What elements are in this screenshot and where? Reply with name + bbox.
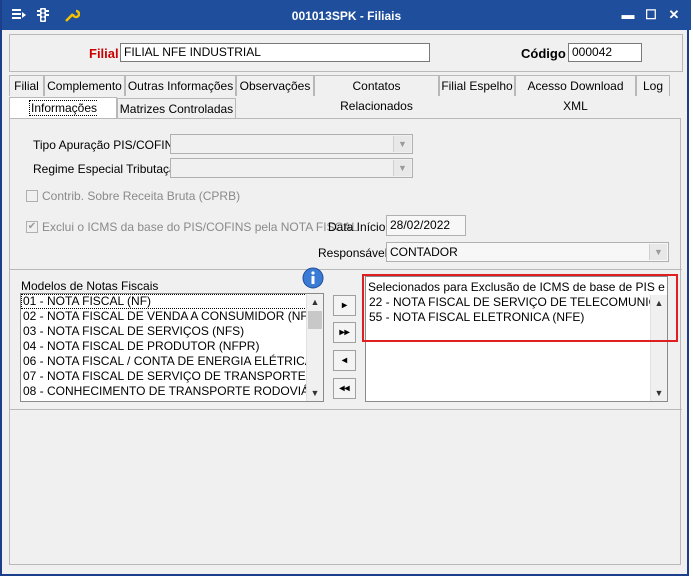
- tipo-apuracao-label: Tipo Apuração PIS/COFINS:: [33, 138, 185, 152]
- window: 001013SPK - Filiais ▬ ☐ ✕ Filial FILIAL …: [0, 0, 691, 576]
- tab-contatos-relacionados[interactable]: Contatos Relacionados: [314, 75, 439, 113]
- title-bar: 001013SPK - Filiais ▬ ☐ ✕: [2, 0, 691, 30]
- bottom-divider: [10, 409, 682, 410]
- scroll-down-icon[interactable]: ▼: [307, 385, 323, 401]
- filial-input[interactable]: FILIAL NFE INDUSTRIAL: [120, 43, 430, 62]
- move-one-right-button[interactable]: ▸: [333, 295, 356, 316]
- contrib-label: Contrib. Sobre Receita Bruta (CPRB): [42, 189, 241, 203]
- tab-log[interactable]: Log: [636, 75, 670, 96]
- responsavel-label: Responsável:: [318, 246, 391, 260]
- regime-label: Regime Especial Tributação:: [33, 162, 186, 176]
- tab-observacoes[interactable]: Observações: [236, 75, 314, 96]
- scroll-thumb[interactable]: [308, 311, 322, 329]
- informacoes-fiscais-panel: Tipo Apuração PIS/COFINS: ▼ Regime Espec…: [9, 118, 682, 565]
- responsavel-select[interactable]: CONTADOR ▼: [386, 242, 669, 262]
- data-inicio-input[interactable]: 28/02/2022: [386, 215, 466, 236]
- exclui-icms-label: Exclui o ICMS da base do PIS/COFINS pela…: [42, 220, 358, 234]
- modelos-list[interactable]: 01 - NOTA FISCAL (NF) 02 - NOTA FISCAL D…: [20, 293, 324, 402]
- tab-filial-espelho[interactable]: Filial Espelho: [439, 75, 515, 96]
- tab-acesso-download-xml[interactable]: Acesso Download XML: [515, 75, 636, 113]
- tipo-apuracao-select[interactable]: ▼: [170, 134, 413, 154]
- move-all-right-button[interactable]: ▸▸: [333, 322, 356, 343]
- maximize-button[interactable]: ☐: [644, 8, 658, 21]
- contrib-checkbox[interactable]: [26, 190, 38, 202]
- close-button[interactable]: ✕: [667, 8, 681, 21]
- tab-filial[interactable]: Filial: [9, 75, 44, 96]
- list-item[interactable]: 03 - NOTA FISCAL DE SERVIÇOS (NFS): [21, 324, 323, 339]
- regime-select[interactable]: ▼: [170, 158, 413, 178]
- codigo-label: Código: [521, 46, 566, 61]
- scroll-down-icon[interactable]: ▼: [651, 385, 667, 401]
- codigo-input[interactable]: 000042: [568, 43, 642, 62]
- move-all-left-button[interactable]: ◂◂: [333, 378, 356, 399]
- list-item[interactable]: 02 - NOTA FISCAL DE VENDA A CONSUMIDOR (…: [21, 309, 323, 324]
- chevron-down-icon: ▼: [649, 244, 667, 260]
- section-divider: [10, 269, 682, 270]
- list-item[interactable]: 04 - NOTA FISCAL DE PRODUTOR (NFPR): [21, 339, 323, 354]
- list-item[interactable]: 06 - NOTA FISCAL / CONTA DE ENERGIA ELÉT…: [21, 354, 323, 369]
- window-title: 001013SPK - Filiais: [291, 9, 402, 23]
- exclui-icms-checkbox[interactable]: ✔: [26, 221, 38, 233]
- info-icon[interactable]: [302, 267, 324, 289]
- chevron-down-icon: ▼: [393, 136, 411, 152]
- list-item[interactable]: 08 - CONHECIMENTO DE TRANSPORTE RODOVIÁR…: [21, 384, 323, 399]
- data-inicio-label: Data Início:: [328, 220, 389, 234]
- move-one-left-button[interactable]: ◂: [333, 350, 356, 371]
- tab-informacoes-fiscais[interactable]: Informações Fiscais: [9, 97, 117, 136]
- modelos-title: Modelos de Notas Fiscais: [21, 279, 159, 293]
- tab-outras-informacoes[interactable]: Outras Informações: [125, 75, 236, 96]
- filial-label: Filial: [89, 46, 119, 61]
- list-item[interactable]: 07 - NOTA FISCAL DE SERVIÇO DE TRANSPORT…: [21, 369, 323, 384]
- minimize-button[interactable]: ▬: [621, 8, 635, 21]
- responsavel-value: CONTADOR: [390, 245, 458, 259]
- chevron-down-icon: ▼: [393, 160, 411, 176]
- header-panel: Filial FILIAL NFE INDUSTRIAL Código 0000…: [9, 34, 683, 72]
- tab-matrizes-controladas[interactable]: Matrizes Controladas: [117, 98, 236, 119]
- scroll-up-icon[interactable]: ▲: [307, 294, 323, 310]
- list-item[interactable]: 01 - NOTA FISCAL (NF): [21, 294, 323, 309]
- modelos-scrollbar[interactable]: ▲ ▼: [306, 294, 323, 401]
- highlight-box: [362, 274, 678, 342]
- tab-complemento[interactable]: Complemento: [44, 75, 125, 96]
